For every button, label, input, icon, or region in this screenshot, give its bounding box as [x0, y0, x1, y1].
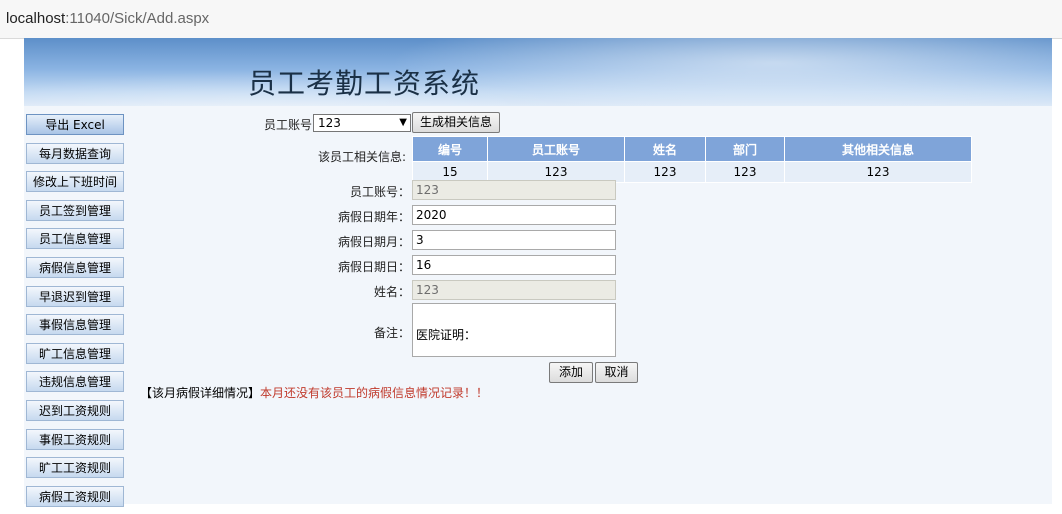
add-button[interactable]: 添加 — [549, 362, 593, 383]
export-excel-button[interactable]: 导出 Excel — [26, 114, 124, 135]
menu-item-personal-leave-salary-rule[interactable]: 事假工资规则 — [26, 428, 124, 450]
table-cell: 123 — [624, 161, 706, 183]
chevron-down-icon: ▼ — [399, 117, 407, 128]
name-label: 姓名： — [373, 285, 410, 299]
menu-item-absence-salary-rule[interactable]: 旷工工资规则 — [26, 457, 124, 479]
employee-account-field[interactable]: 123 — [412, 180, 616, 200]
sick-leave-detail-message: 【该月病假详细情况】本月还没有该员工的病假信息情况记录！！ — [140, 384, 488, 401]
account-select[interactable]: 123 ▼ — [313, 114, 411, 132]
sick-day-label: 病假日期日： — [337, 260, 410, 274]
table-cell: 123 — [784, 161, 972, 183]
table-header: 部门 — [705, 136, 785, 162]
side-menu: 导出 Excel 每月数据查询 修改上下班时间 员工签到管理 员工信息管理 病假… — [26, 114, 126, 514]
menu-item-personal-leave-info[interactable]: 事假信息管理 — [26, 314, 124, 336]
table-header: 编号 — [412, 136, 488, 162]
browser-address-bar[interactable]: localhost:11040/Sick/Add.aspx — [0, 0, 1062, 39]
table-header: 员工账号 — [487, 136, 625, 162]
remark-textarea[interactable]: 医院证明： — [412, 303, 616, 357]
menu-item-checkin-management[interactable]: 员工签到管理 — [26, 199, 124, 221]
remark-label: 备注： — [373, 326, 410, 340]
url-path: :11040/Sick/Add.aspx — [65, 10, 210, 27]
detail-prefix: 【该月病假详细情况】 — [140, 386, 261, 400]
sick-month-field[interactable]: 3 — [412, 230, 616, 250]
account-select-label: 员工账号 — [263, 118, 312, 132]
menu-item-employee-info[interactable]: 员工信息管理 — [26, 228, 124, 250]
menu-item-absence-info[interactable]: 旷工信息管理 — [26, 342, 124, 364]
menu-item-sick-leave-info[interactable]: 病假信息管理 — [26, 256, 124, 278]
url-host: localhost — [6, 10, 66, 27]
table-cell: 123 — [705, 161, 785, 183]
menu-item-violation-info[interactable]: 违规信息管理 — [26, 371, 124, 393]
related-info-table: 编号 员工账号 姓名 部门 其他相关信息 15 123 123 123 123 — [412, 136, 972, 183]
sick-year-field[interactable]: 2020 — [412, 205, 616, 225]
detail-message: 本月还没有该员工的病假信息情况记录！！ — [260, 386, 489, 400]
sick-day-field[interactable]: 16 — [412, 255, 616, 275]
menu-item-late-salary-rule[interactable]: 迟到工资规则 — [26, 399, 124, 421]
menu-item-late-early-management[interactable]: 早退迟到管理 — [26, 285, 124, 307]
menu-item-monthly-query[interactable]: 每月数据查询 — [26, 142, 124, 164]
related-info-label: 该员工相关信息: — [317, 150, 406, 164]
table-header: 姓名 — [624, 136, 706, 162]
sick-month-label: 病假日期月： — [337, 235, 410, 249]
menu-item-edit-work-hours[interactable]: 修改上下班时间 — [26, 171, 124, 193]
sick-year-label: 病假日期年： — [337, 210, 410, 224]
url-text[interactable]: localhost:11040/Sick/Add.aspx — [6, 10, 209, 27]
header-banner: 员工考勤工资系统 — [24, 38, 1052, 106]
account-select-value: 123 — [318, 116, 341, 130]
system-title: 员工考勤工资系统 — [248, 67, 481, 100]
table-header-row: 编号 员工账号 姓名 部门 其他相关信息 — [412, 136, 972, 162]
cancel-button[interactable]: 取消 — [595, 362, 638, 383]
table-header: 其他相关信息 — [784, 136, 972, 162]
name-field[interactable]: 123 — [412, 280, 616, 300]
employee-account-label: 员工账号： — [349, 185, 410, 199]
generate-info-button[interactable]: 生成相关信息 — [412, 112, 500, 133]
page-body: 员工考勤工资系统 导出 Excel 每月数据查询 修改上下班时间 员工签到管理 … — [24, 38, 1052, 507]
